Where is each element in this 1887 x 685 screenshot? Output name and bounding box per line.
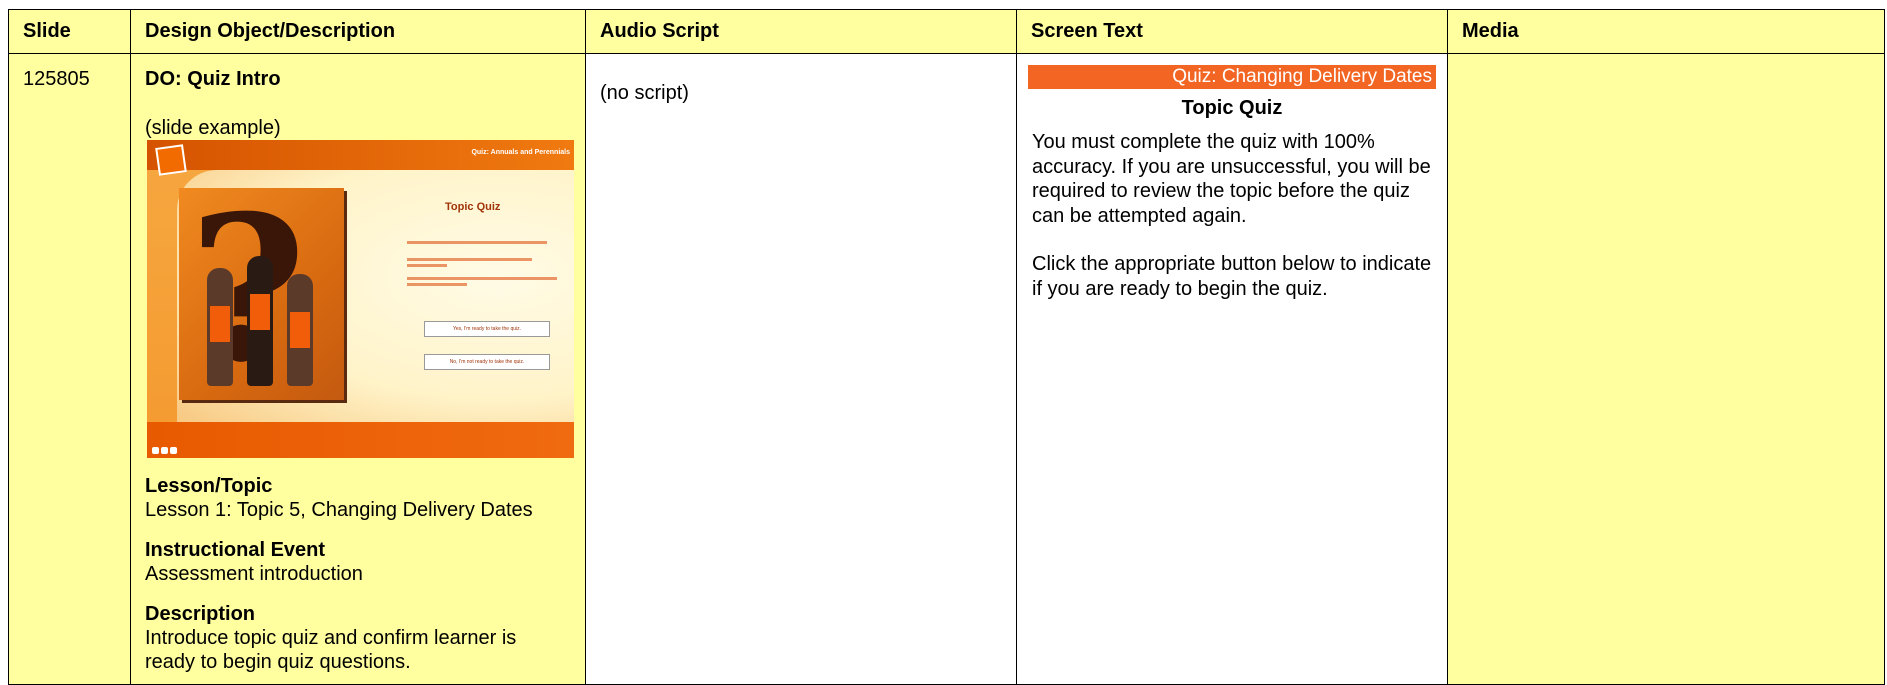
section-label: Description [145, 603, 256, 625]
slide-number: 125805 [23, 68, 90, 90]
associate-figure-icon [247, 256, 273, 386]
question-mark-photo: ? [179, 188, 344, 400]
audio-script-text: (no script) [600, 82, 689, 104]
associate-figure-icon [207, 268, 233, 386]
screen-banner: Quiz: Changing Delivery Dates [1028, 65, 1436, 89]
header-media: Media [1447, 9, 1885, 54]
header-design-object: Design Object/Description [130, 9, 586, 54]
header-slide: Slide [8, 9, 131, 54]
thumbnail-footer [147, 422, 574, 458]
thumbnail-yes-button: Yes, I'm ready to take the quiz. [424, 321, 550, 337]
nav-next-icon [170, 447, 177, 454]
section-value: Assessment introduction [145, 563, 363, 585]
screen-paragraph: Click the appropriate button below to in… [1032, 253, 1432, 300]
thumbnail-no-button: No, I'm not ready to take the quiz. [424, 354, 550, 370]
section-instructional-event: Instructional Event Assessment introduct… [145, 538, 571, 586]
storyboard-table: Slide Design Object/Description Audio Sc… [8, 9, 1885, 685]
design-object-cell: DO: Quiz Intro (slide example) Quiz: Ann… [130, 53, 586, 685]
slide-thumbnail: Quiz: Annuals and Perennials ? Topic Qui… [147, 140, 574, 458]
table-row: 125805 DO: Quiz Intro (slide example) Qu… [8, 53, 1885, 685]
section-label: Instructional Event [145, 539, 326, 561]
header-screen-text: Screen Text [1016, 9, 1448, 54]
screen-heading: Topic Quiz [1181, 97, 1283, 119]
section-value: Lesson 1: Topic 5, Changing Delivery Dat… [145, 499, 533, 521]
section-value: Introduce topic quiz and confirm learner… [145, 627, 517, 673]
section-description: Description Introduce topic quiz and con… [145, 602, 571, 674]
thumbnail-header-title: Quiz: Annuals and Perennials [471, 149, 570, 156]
design-object-title: DO: Quiz Intro [145, 68, 281, 90]
screen-text-cell: Quiz: Changing Delivery Dates Topic Quiz… [1016, 53, 1448, 685]
associate-figure-icon [287, 274, 313, 386]
section-lesson-topic: Lesson/Topic Lesson 1: Topic 5, Changing… [145, 474, 571, 522]
section-label: Lesson/Topic [145, 475, 273, 497]
slide-example-label: (slide example) [145, 117, 281, 139]
screen-paragraph: You must complete the quiz with 100% acc… [1032, 131, 1431, 227]
audio-script-cell: (no script) [585, 53, 1017, 685]
home-depot-logo-icon [155, 144, 187, 176]
header-row: Slide Design Object/Description Audio Sc… [8, 9, 1885, 54]
slide-cell: 125805 [8, 53, 131, 685]
nav-back-icon [152, 447, 159, 454]
thumbnail-quiz-title: Topic Quiz [445, 201, 501, 213]
header-audio-script: Audio Script [585, 9, 1017, 54]
media-cell [1447, 53, 1885, 685]
nav-pause-icon [161, 447, 168, 454]
